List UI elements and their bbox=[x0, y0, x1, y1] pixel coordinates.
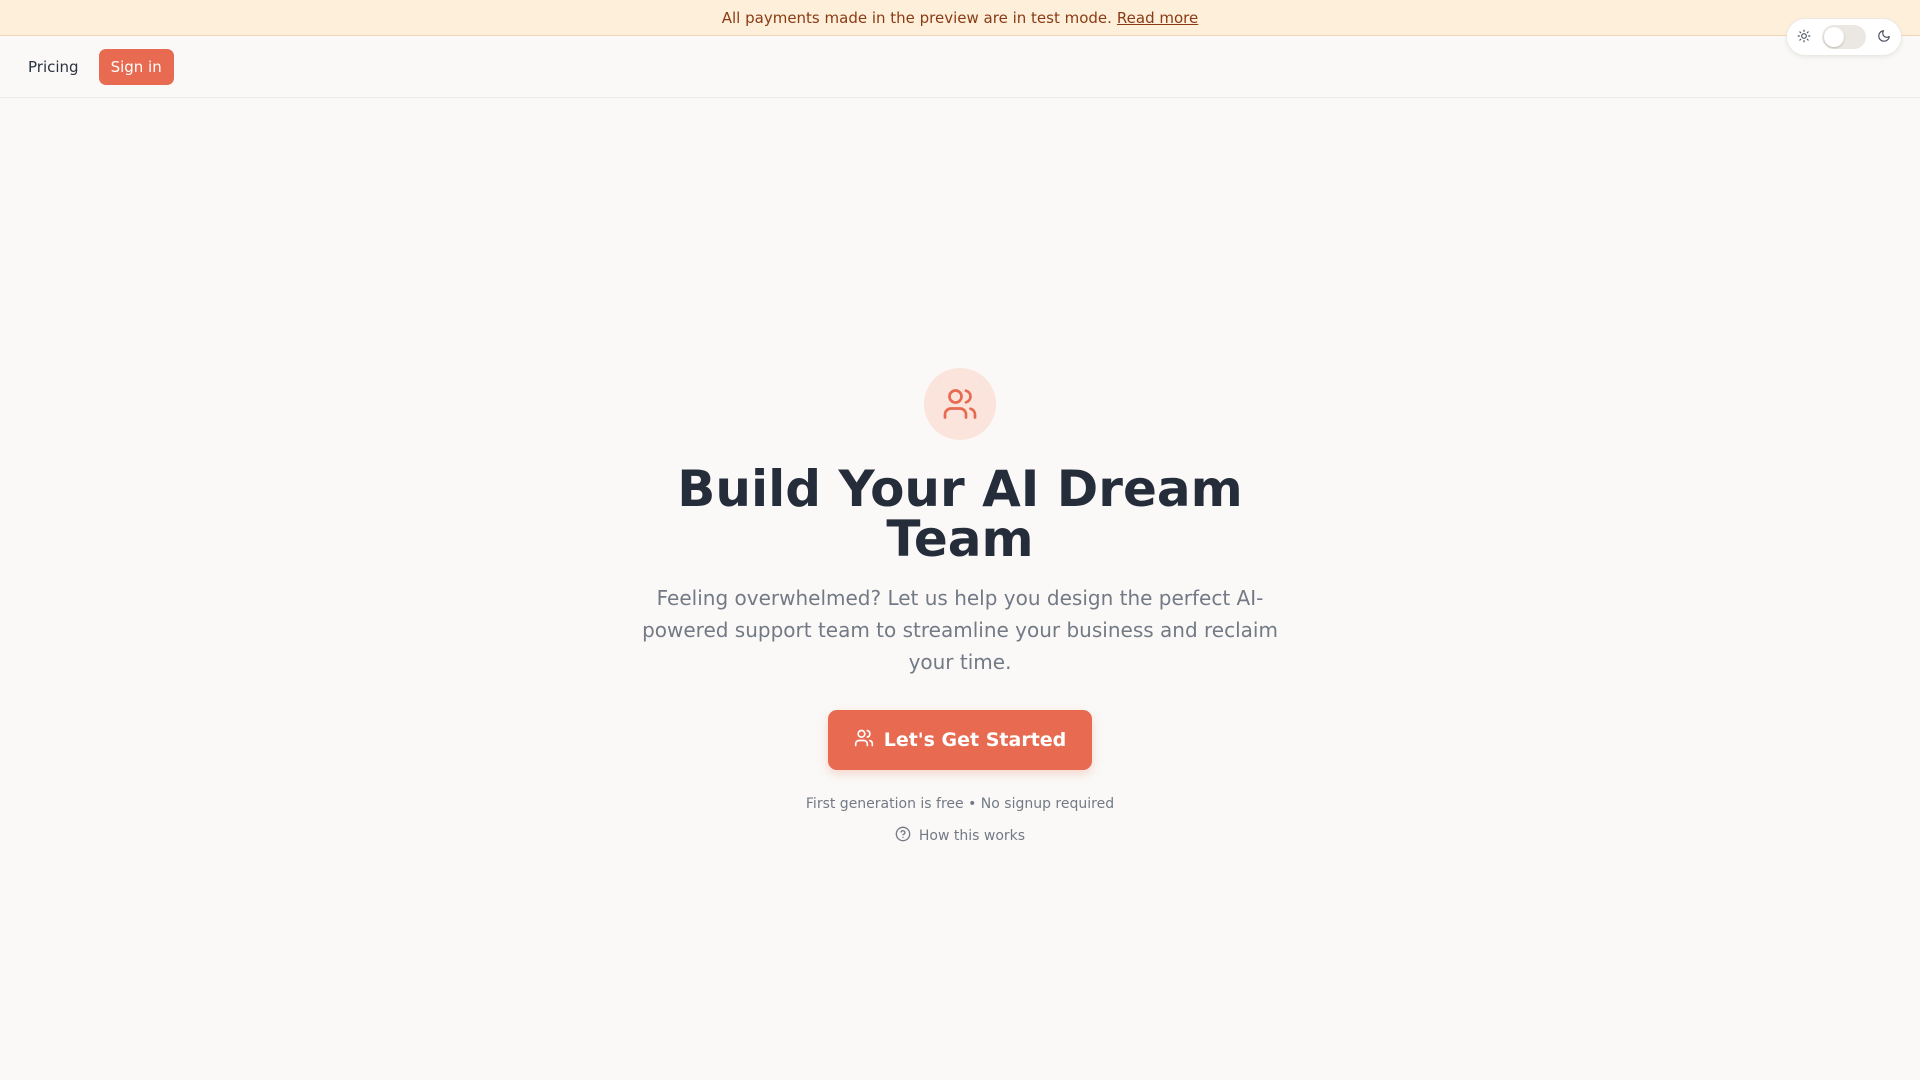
sign-in-button[interactable]: Sign in bbox=[98, 49, 174, 85]
users-icon bbox=[924, 368, 996, 440]
top-nav: Pricing Sign in bbox=[0, 37, 1920, 98]
read-more-link[interactable]: Read more bbox=[1117, 9, 1198, 27]
hero-section: Build Your AI Dream Team Feeling overwhe… bbox=[0, 368, 1920, 846]
hero-subtitle: Feeling overwhelmed? Let us help you des… bbox=[642, 586, 1278, 674]
pricing-link[interactable]: Pricing bbox=[28, 58, 79, 76]
how-this-works-label: How this works bbox=[918, 828, 1026, 844]
get-started-button[interactable]: Let's Get Started bbox=[828, 710, 1092, 770]
banner-text: All payments made in the preview are in … bbox=[721, 8, 1112, 27]
page-title: Build Your AI Dream Team bbox=[677, 460, 1243, 568]
help-circle-icon bbox=[895, 826, 911, 846]
test-mode-banner: All payments made in the preview are in … bbox=[0, 0, 1920, 36]
users-icon bbox=[854, 728, 874, 753]
get-started-label: Let's Get Started bbox=[883, 729, 1067, 751]
how-this-works-link[interactable]: How this works bbox=[895, 826, 1025, 846]
free-note: First generation is free • No signup req… bbox=[805, 796, 1115, 812]
